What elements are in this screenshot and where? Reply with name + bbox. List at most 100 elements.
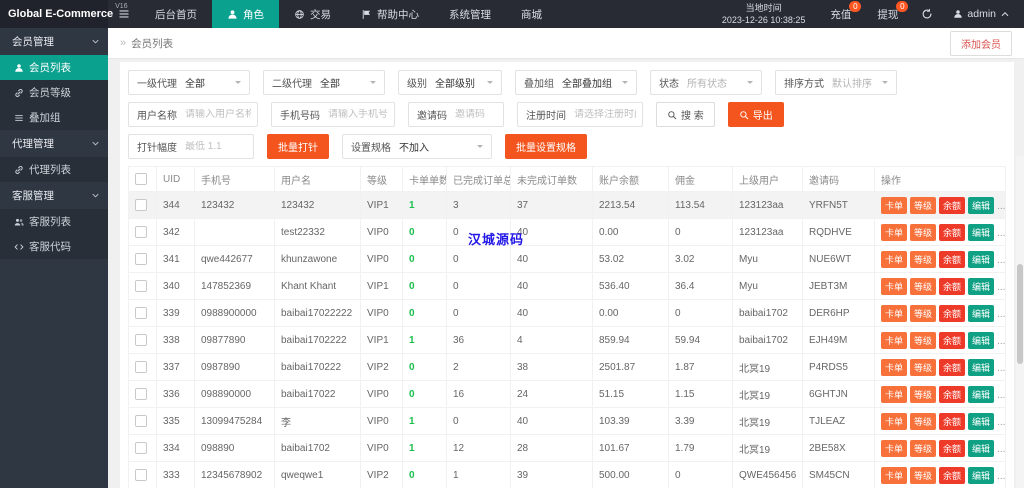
sidebar-item[interactable]: 会员管理 (0, 28, 108, 55)
filter-select[interactable]: 二级代理 全部 (263, 70, 385, 95)
row-more-button[interactable]: ... (997, 255, 1005, 266)
top-nav-item[interactable]: 交易 (279, 0, 346, 28)
row-action-card-order-button[interactable]: 卡单 (881, 197, 907, 214)
spec-select[interactable]: 设置规格 不加入 (342, 134, 492, 159)
row-action-level-button[interactable]: 等级 (910, 197, 936, 214)
injection-range-input[interactable] (185, 141, 253, 152)
row-action-card-order-button[interactable]: 卡单 (881, 413, 907, 430)
row-action-level-button[interactable]: 等级 (910, 386, 936, 403)
row-checkbox[interactable] (135, 226, 147, 238)
top-nav-item[interactable]: 后台首页 (140, 0, 212, 28)
row-more-button[interactable]: ... (997, 336, 1005, 347)
row-action-level-button[interactable]: 等级 (910, 332, 936, 349)
sidebar-item[interactable]: 代理管理 (0, 130, 108, 157)
row-action-edit-button[interactable]: 编辑 (968, 251, 994, 268)
row-checkbox[interactable] (135, 361, 147, 373)
row-action-balance-button[interactable]: 余额 (939, 332, 965, 349)
row-action-level-button[interactable]: 等级 (910, 359, 936, 376)
row-more-button[interactable]: ... (997, 390, 1005, 401)
row-action-edit-button[interactable]: 编辑 (968, 224, 994, 241)
filter-input[interactable] (185, 109, 257, 120)
sidebar-item[interactable]: 叠加组 (0, 105, 108, 130)
row-action-edit-button[interactable]: 编辑 (968, 332, 994, 349)
row-action-card-order-button[interactable]: 卡单 (881, 440, 907, 457)
row-action-balance-button[interactable]: 余额 (939, 413, 965, 430)
sidebar-item[interactable]: 会员列表 (0, 55, 108, 80)
filter-select[interactable]: 状态 所有状态 (650, 70, 762, 95)
row-action-card-order-button[interactable]: 卡单 (881, 224, 907, 241)
user-menu[interactable]: admin (943, 0, 1024, 28)
row-action-card-order-button[interactable]: 卡单 (881, 359, 907, 376)
refresh-icon[interactable] (911, 0, 943, 28)
row-action-edit-button[interactable]: 编辑 (968, 440, 994, 457)
row-action-level-button[interactable]: 等级 (910, 251, 936, 268)
filter-select[interactable]: 叠加组 全部叠加组 (515, 70, 637, 95)
row-action-edit-button[interactable]: 编辑 (968, 305, 994, 322)
sidebar-item[interactable]: 客服管理 (0, 182, 108, 209)
row-more-button[interactable]: ... (997, 417, 1005, 428)
row-action-level-button[interactable]: 等级 (910, 305, 936, 322)
sidebar-item[interactable]: 客服列表 (0, 209, 108, 234)
withdraw-link[interactable]: 提现 0 (864, 0, 911, 28)
row-more-button[interactable]: ... (997, 228, 1005, 239)
row-action-edit-button[interactable]: 编辑 (968, 413, 994, 430)
row-checkbox[interactable] (135, 280, 147, 292)
row-action-level-button[interactable]: 等级 (910, 467, 936, 484)
sidebar-item[interactable]: 会员等级 (0, 80, 108, 105)
row-action-balance-button[interactable]: 余额 (939, 359, 965, 376)
row-checkbox[interactable] (135, 442, 147, 454)
row-checkbox[interactable] (135, 199, 147, 211)
filter-select[interactable]: 排序方式 默认排序 (775, 70, 897, 95)
search-button[interactable]: 搜 索 (656, 102, 715, 127)
row-action-edit-button[interactable]: 编辑 (968, 197, 994, 214)
row-action-balance-button[interactable]: 余额 (939, 467, 965, 484)
row-more-button[interactable]: ... (997, 309, 1005, 320)
row-checkbox[interactable] (135, 469, 147, 481)
top-nav-item[interactable]: 商城 (506, 0, 557, 28)
row-more-button[interactable]: ... (997, 201, 1005, 212)
row-action-balance-button[interactable]: 余额 (939, 251, 965, 268)
row-action-edit-button[interactable]: 编辑 (968, 278, 994, 295)
row-action-card-order-button[interactable]: 卡单 (881, 467, 907, 484)
menu-toggle-icon[interactable] (108, 0, 140, 28)
select-all-checkbox[interactable] (135, 173, 147, 185)
scrollbar[interactable] (1016, 156, 1024, 488)
add-member-button[interactable]: 添加会员 (950, 31, 1012, 56)
filter-input[interactable] (574, 109, 642, 120)
row-checkbox[interactable] (135, 253, 147, 265)
filter-select[interactable]: 一级代理 全部 (128, 70, 250, 95)
row-more-button[interactable]: ... (997, 282, 1005, 293)
row-action-card-order-button[interactable]: 卡单 (881, 305, 907, 322)
row-action-level-button[interactable]: 等级 (910, 440, 936, 457)
row-action-balance-button[interactable]: 余额 (939, 440, 965, 457)
row-checkbox[interactable] (135, 334, 147, 346)
filter-select[interactable]: 级别 全部级别 (398, 70, 502, 95)
recharge-link[interactable]: 充值 0 (817, 0, 864, 28)
batch-spec-button[interactable]: 批量设置规格 (505, 134, 587, 159)
sidebar-item[interactable]: 客服代码 (0, 234, 108, 259)
filter-input[interactable] (455, 109, 503, 120)
filter-input[interactable] (328, 109, 394, 120)
row-action-balance-button[interactable]: 余额 (939, 197, 965, 214)
batch-injection-button[interactable]: 批量打针 (267, 134, 329, 159)
top-nav-item[interactable]: 角色 (212, 0, 279, 28)
row-action-card-order-button[interactable]: 卡单 (881, 251, 907, 268)
row-action-balance-button[interactable]: 余额 (939, 278, 965, 295)
row-checkbox[interactable] (135, 415, 147, 427)
top-nav-item[interactable]: 帮助中心 (346, 0, 434, 28)
row-action-level-button[interactable]: 等级 (910, 413, 936, 430)
row-action-edit-button[interactable]: 编辑 (968, 386, 994, 403)
row-more-button[interactable]: ... (997, 363, 1005, 374)
row-checkbox[interactable] (135, 388, 147, 400)
row-checkbox[interactable] (135, 307, 147, 319)
row-more-button[interactable]: ... (997, 444, 1005, 455)
row-action-balance-button[interactable]: 余额 (939, 386, 965, 403)
row-action-edit-button[interactable]: 编辑 (968, 359, 994, 376)
export-button[interactable]: 导出 (728, 102, 784, 127)
row-action-card-order-button[interactable]: 卡单 (881, 278, 907, 295)
row-action-balance-button[interactable]: 余额 (939, 305, 965, 322)
row-action-edit-button[interactable]: 编辑 (968, 467, 994, 484)
row-action-card-order-button[interactable]: 卡单 (881, 386, 907, 403)
sidebar-item[interactable]: 代理列表 (0, 157, 108, 182)
row-action-balance-button[interactable]: 余额 (939, 224, 965, 241)
